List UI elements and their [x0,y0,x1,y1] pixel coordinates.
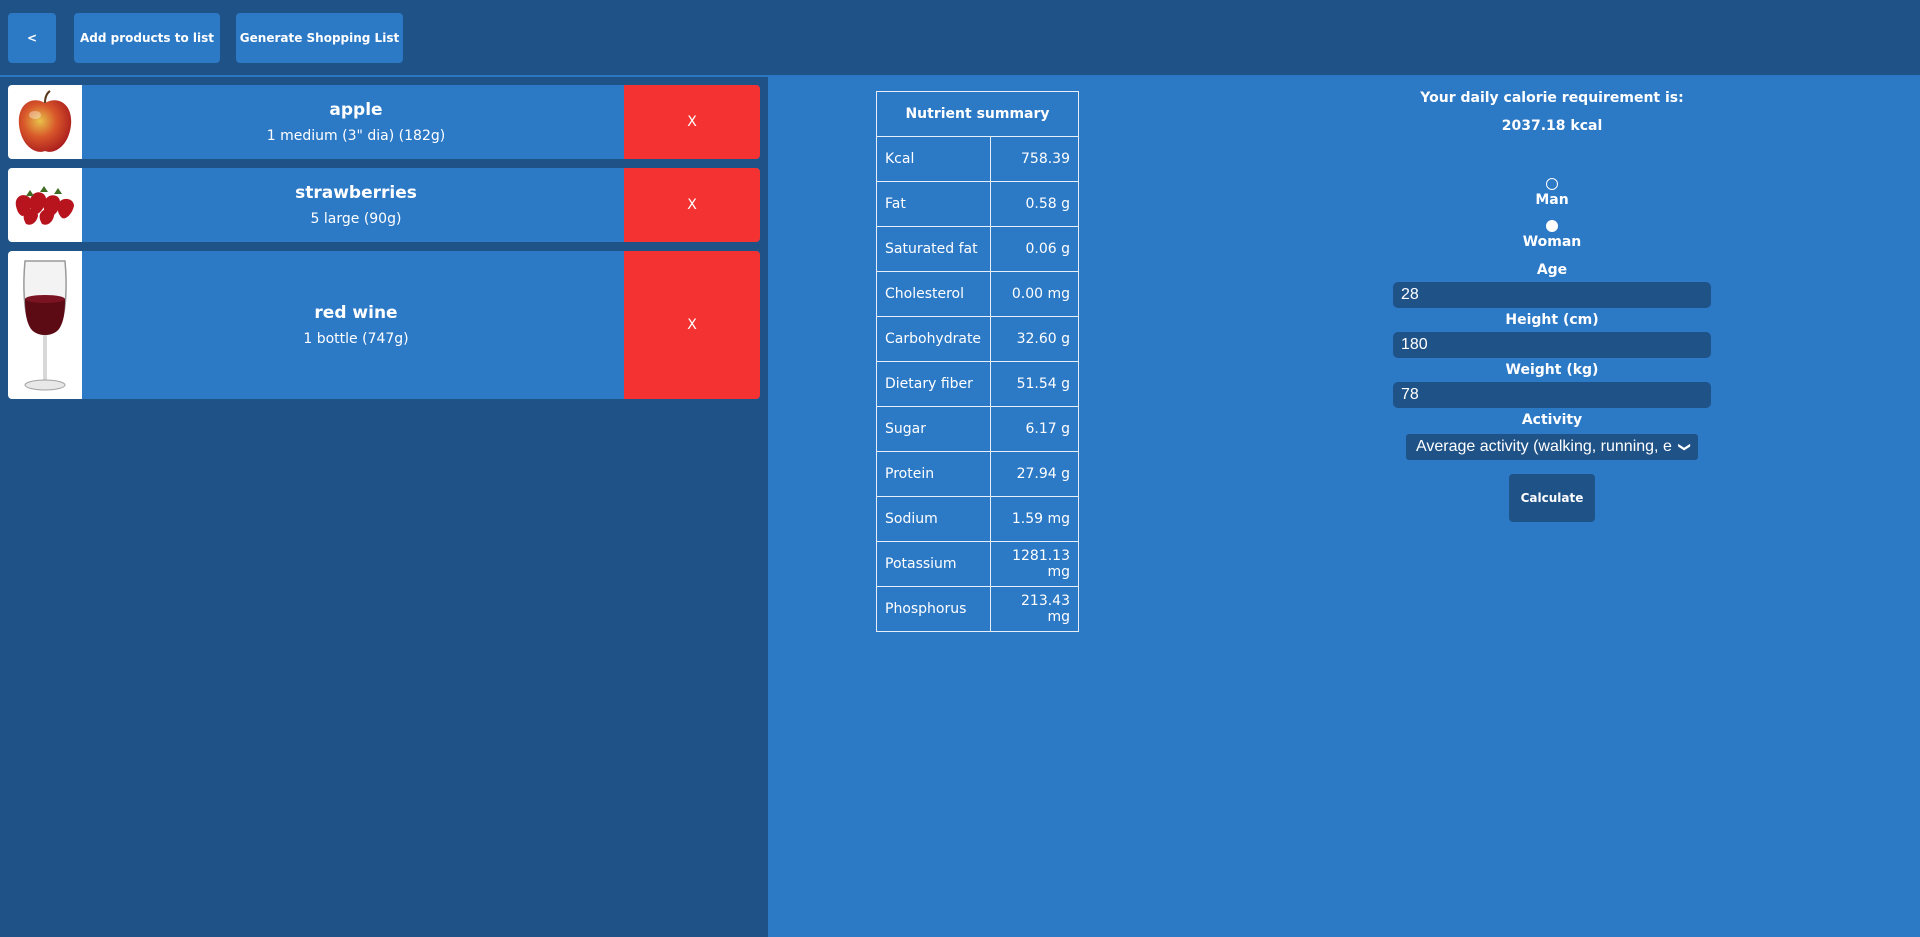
table-row: Dietary fiber 51.54 g [876,361,1079,407]
table-row: Carbohydrate 32.60 g [876,316,1079,362]
table-row: Sodium 1.59 mg [876,496,1079,542]
nutrient-label: Potassium [876,541,991,587]
product-name: apple [329,100,383,120]
nutrient-value: 1281.13 mg [990,541,1079,587]
calorie-requirement-label: Your daily calorie requirement is: [1420,90,1684,106]
nutrient-value: 27.94 g [990,451,1079,497]
product-name: red wine [314,303,398,323]
calculate-button[interactable]: Calculate [1509,474,1595,522]
product-item-apple: apple 1 medium (3" dia) (182g) X [8,85,760,159]
table-row: Sugar 6.17 g [876,406,1079,452]
nutrient-value: 758.39 [990,136,1079,182]
product-item-red-wine: red wine 1 bottle (747g) X [8,251,760,399]
nutrient-label: Protein [876,451,991,497]
red-wine-glass-image [8,251,82,399]
nutrient-label: Dietary fiber [876,361,991,407]
nutrient-label: Cholesterol [876,271,991,317]
age-label: Age [1536,262,1568,278]
product-quantity: 1 bottle (747g) [303,331,409,347]
nutrient-summary-title: Nutrient summary [876,91,1079,137]
nutrient-value: 0.06 g [990,226,1079,272]
generate-shopping-list-button[interactable]: Generate Shopping List [236,13,403,63]
table-row: Protein 27.94 g [876,451,1079,497]
nutrient-label: Phosphorus [876,586,991,632]
nutrient-value: 6.17 g [990,406,1079,452]
age-input[interactable]: 28 [1393,282,1711,308]
height-input[interactable]: 180 [1393,332,1711,358]
activity-label: Activity [1521,412,1583,428]
product-item-strawberries: strawberries 5 large (90g) X [8,168,760,242]
weight-input[interactable]: 78 [1393,382,1711,408]
weight-label: Weight (kg) [1505,362,1599,378]
remove-product-button[interactable]: X [624,85,760,159]
nutrient-value: 51.54 g [990,361,1079,407]
nutrient-value: 0.00 mg [990,271,1079,317]
nutrient-summary-table: Nutrient summary Kcal 758.39 Fat 0.58 g … [876,91,1079,632]
nutrient-value: 0.58 g [990,181,1079,227]
activity-select[interactable]: Average activity (walking, running, e ❯ [1406,434,1698,460]
nutrient-label: Sodium [876,496,991,542]
gender-man-label: Man [1535,192,1569,208]
nutrient-label: Kcal [876,136,991,182]
product-quantity: 1 medium (3" dia) (182g) [266,128,446,144]
chevron-down-icon: ❯ [1672,438,1698,456]
product-name: strawberries [295,183,417,203]
nutrient-label: Saturated fat [876,226,991,272]
nutrient-label: Fat [876,181,991,227]
table-row: Saturated fat 0.06 g [876,226,1079,272]
product-quantity: 5 large (90g) [310,211,402,227]
table-row: Fat 0.58 g [876,181,1079,227]
table-row: Potassium 1281.13 mg [876,541,1079,587]
nutrient-label: Carbohydrate [876,316,991,362]
activity-selected-value: Average activity (walking, running, e [1416,438,1672,455]
product-info: strawberries 5 large (90g) [82,168,630,242]
height-label: Height (cm) [1505,312,1599,328]
calorie-requirement-value: 2037.18 kcal [1501,118,1603,134]
add-products-button[interactable]: Add products to list [74,13,220,63]
calorie-calculator: Your daily calorie requirement is: 2037.… [1393,90,1711,522]
top-toolbar: < Add products to list Generate Shopping… [0,0,1920,77]
strawberries-image [8,168,82,242]
apple-image [8,85,82,159]
gender-man-radio[interactable] [1546,178,1558,190]
back-button[interactable]: < [8,13,56,63]
remove-product-button[interactable]: X [624,251,760,399]
product-info: red wine 1 bottle (747g) [82,251,630,399]
product-list-panel: apple 1 medium (3" dia) (182g) X strawbe… [0,77,768,937]
nutrient-value: 1.59 mg [990,496,1079,542]
table-row: Kcal 758.39 [876,136,1079,182]
nutrient-value: 213.43 mg [990,586,1079,632]
nutrient-label: Sugar [876,406,991,452]
gender-woman-label: Woman [1522,234,1582,250]
table-row: Phosphorus 213.43 mg [876,586,1079,632]
nutrient-value: 32.60 g [990,316,1079,362]
remove-product-button[interactable]: X [624,168,760,242]
table-row: Cholesterol 0.00 mg [876,271,1079,317]
gender-woman-radio[interactable] [1546,220,1558,232]
product-info: apple 1 medium (3" dia) (182g) [82,85,630,159]
